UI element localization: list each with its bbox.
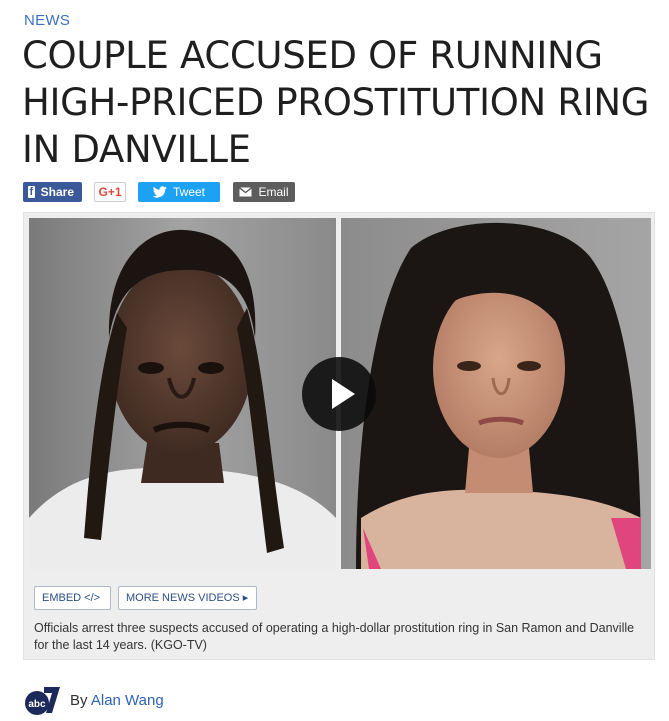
play-icon xyxy=(332,379,355,409)
abc7-logo-icon: abc xyxy=(25,687,60,715)
twitter-share-label: Tweet xyxy=(172,185,205,199)
byline-text: By Alan Wang xyxy=(70,692,164,709)
googleplus-share-label: G+1 xyxy=(98,185,122,199)
video-caption: Officials arrest three suspects accused … xyxy=(34,621,635,652)
byline-prefix: By xyxy=(70,691,91,709)
author-link[interactable]: Alan Wang xyxy=(91,692,164,709)
article-headline: COUPLE ACCUSED OF RUNNING HIGH-PRICED PR… xyxy=(22,34,650,171)
envelope-icon xyxy=(239,187,253,197)
byline: abc By Alan Wang xyxy=(24,684,164,716)
facebook-icon: f xyxy=(28,186,35,198)
play-button[interactable] xyxy=(302,357,376,431)
twitter-bird-icon xyxy=(152,186,167,198)
googleplus-share-button[interactable]: G+1 xyxy=(94,182,126,202)
facebook-share-button[interactable]: f Share xyxy=(23,182,82,202)
facebook-share-label: Share xyxy=(40,185,74,199)
twitter-share-button[interactable]: Tweet xyxy=(138,182,220,202)
email-share-label: Email xyxy=(258,185,289,199)
section-label[interactable]: NEWS xyxy=(24,12,70,29)
more-news-videos-button[interactable]: MORE NEWS VIDEOS ▸ xyxy=(118,586,257,610)
email-share-button[interactable]: Email xyxy=(233,182,295,202)
svg-text:abc: abc xyxy=(28,699,46,710)
mugshot-right-image xyxy=(341,218,651,569)
embed-button[interactable]: EMBED </> xyxy=(34,586,111,610)
mugshot-left-image xyxy=(29,218,336,569)
video-player: EMBED </> MORE NEWS VIDEOS ▸ Officials a… xyxy=(23,212,655,660)
